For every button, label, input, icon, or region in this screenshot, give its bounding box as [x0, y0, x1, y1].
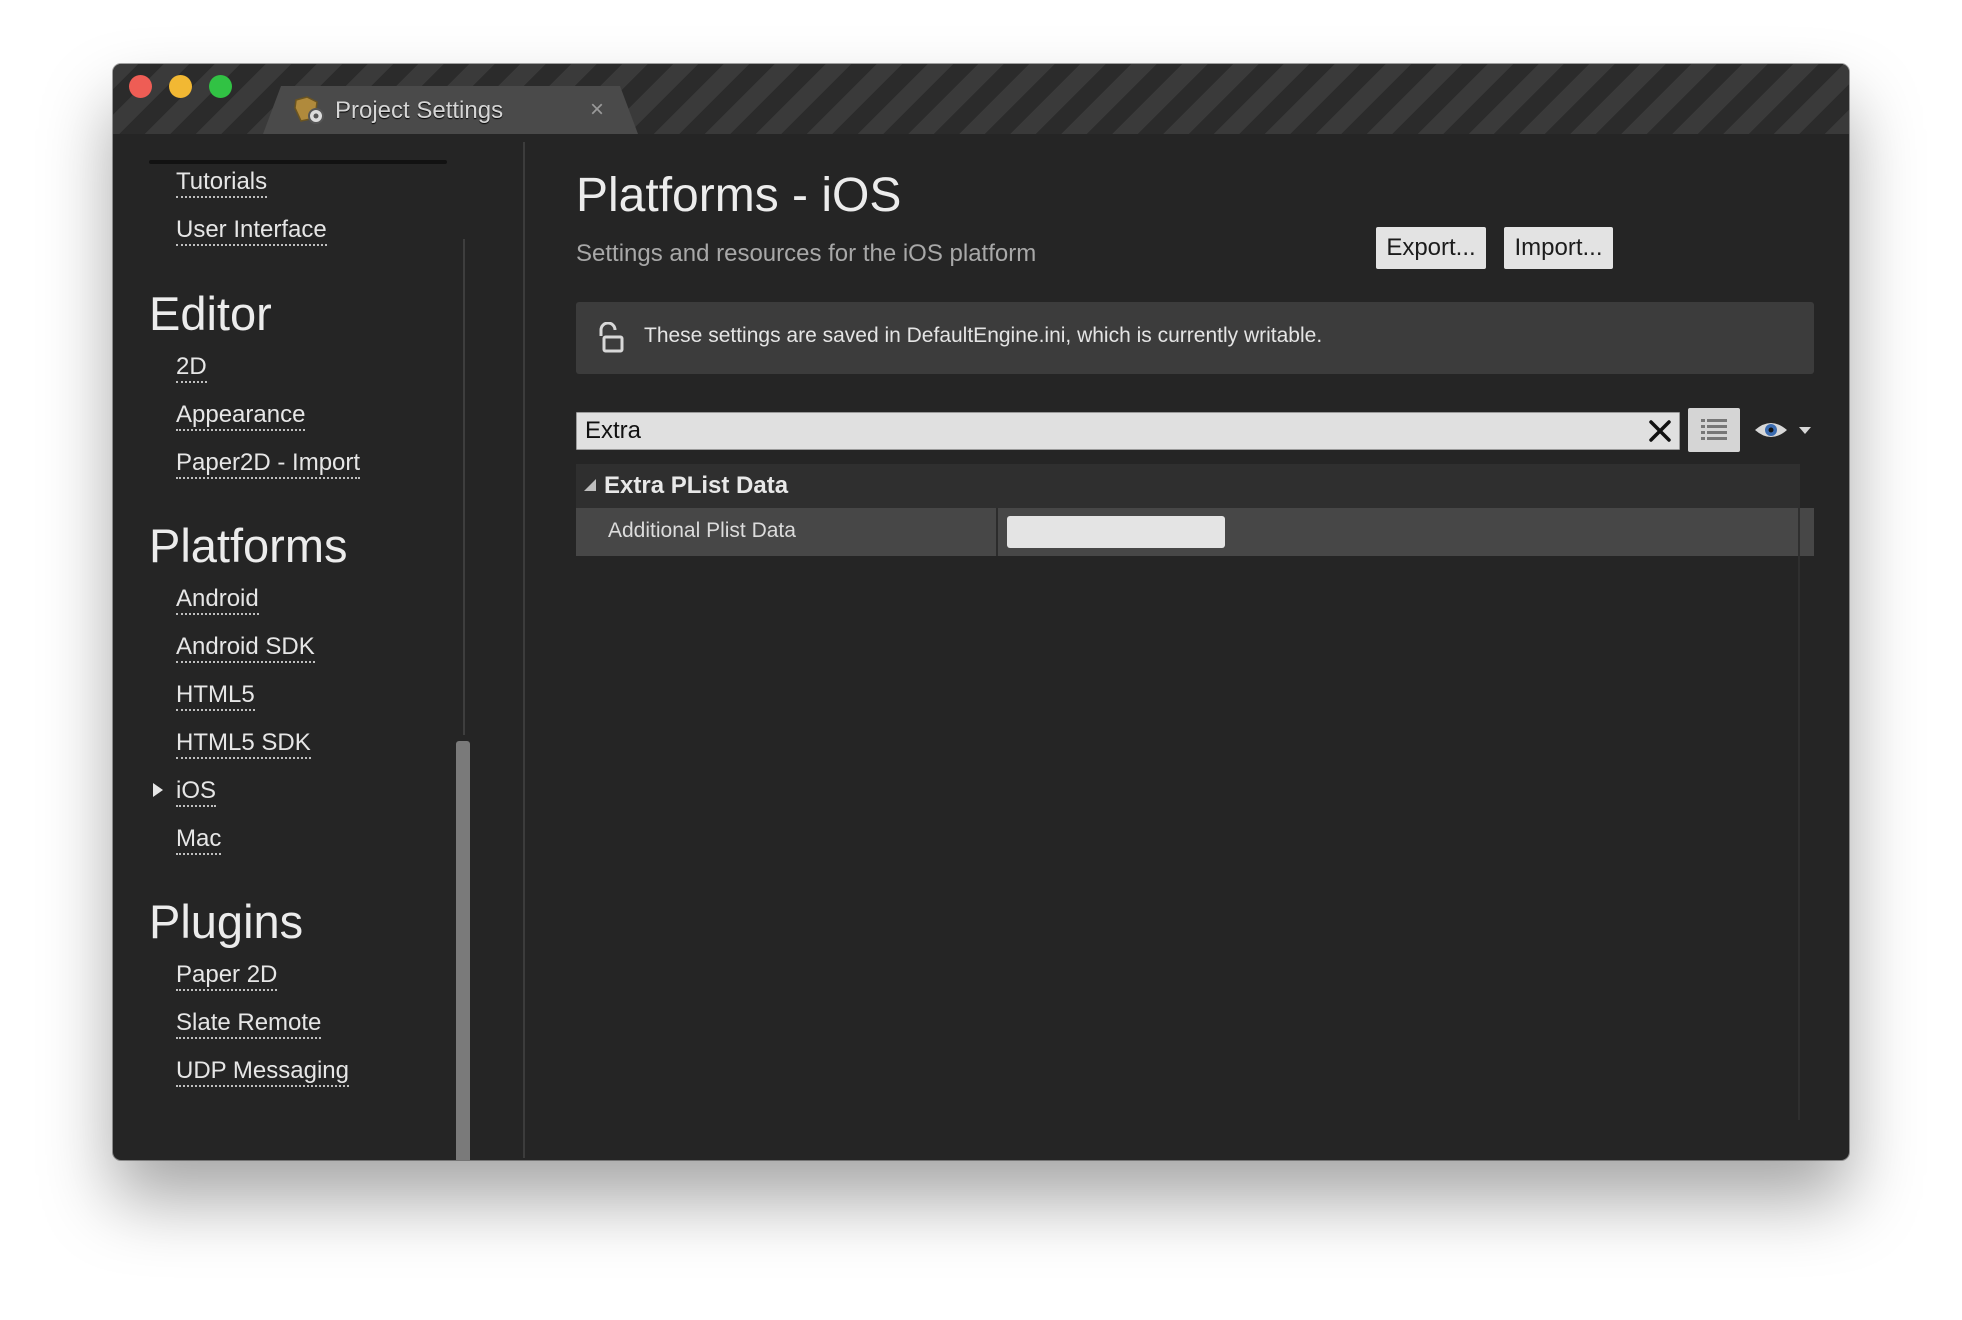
search-input[interactable] — [577, 413, 1627, 449]
sidebar-scrollbar-thumb[interactable] — [456, 741, 470, 1160]
sidebar-item-2d[interactable]: 2D — [176, 353, 207, 383]
view-options-button[interactable] — [1753, 414, 1815, 446]
sidebar-item-html5-sdk[interactable]: HTML5 SDK — [176, 729, 311, 759]
sidebar-heading-plugins: Plugins — [149, 895, 304, 948]
sidebar-item-appearance[interactable]: Appearance — [176, 401, 306, 431]
category-label: Extra PList Data — [604, 472, 789, 499]
window-close-button[interactable] — [129, 75, 152, 98]
sidebar-item-android-sdk[interactable]: Android SDK — [176, 633, 315, 663]
sidebar-item-android[interactable]: Android — [176, 585, 259, 615]
property-row-additional-plist-data: Additional Plist Data — [576, 508, 1814, 556]
sidebar-heading-platforms: Platforms — [149, 519, 348, 572]
additional-plist-data-field[interactable] — [1007, 516, 1225, 548]
list-view-button[interactable] — [1688, 408, 1740, 452]
category-extra-plist-data[interactable]: Extra PList Data — [576, 464, 1798, 508]
sidebar-item-ios[interactable]: iOS — [176, 777, 217, 807]
sidebar-item-html5[interactable]: HTML5 — [176, 681, 255, 711]
sidebar-heading-editor: Editor — [149, 287, 272, 340]
project-settings-window: Project Settings × Tutorials User Interf… — [113, 64, 1849, 1160]
settings-gear-icon — [293, 94, 327, 126]
settings-search-box[interactable] — [576, 412, 1680, 450]
sidebar-scroll-shadow — [149, 160, 447, 164]
tab-close-icon[interactable]: × — [590, 96, 604, 124]
sidebar-item-tutorials[interactable]: Tutorials — [176, 168, 268, 198]
import-button[interactable]: Import... — [1504, 227, 1613, 269]
sidebar-item-paper-2d[interactable]: Paper 2D — [176, 961, 278, 991]
config-info-text: These settings are saved in DefaultEngin… — [644, 324, 1323, 347]
panel-divider[interactable] — [523, 142, 525, 1158]
close-icon[interactable] — [1647, 418, 1673, 444]
unlocked-padlock-icon — [598, 321, 626, 354]
selected-arrow-icon — [153, 783, 163, 797]
property-label: Additional Plist Data — [608, 519, 796, 542]
sidebar-item-slate-remote[interactable]: Slate Remote — [176, 1009, 322, 1039]
config-info-banner: These settings are saved in DefaultEngin… — [576, 302, 1814, 374]
tab-project-settings[interactable]: Project Settings × — [263, 86, 638, 134]
title-bar: Project Settings × — [113, 64, 1849, 134]
sidebar-scrollbar-track — [463, 239, 465, 735]
sidebar-item-user-interface[interactable]: User Interface — [176, 216, 327, 246]
property-column-divider[interactable] — [996, 508, 998, 556]
export-button[interactable]: Export... — [1376, 227, 1486, 269]
window-minimize-button[interactable] — [169, 75, 192, 98]
window-maximize-button[interactable] — [209, 75, 232, 98]
collapse-arrow-icon[interactable] — [584, 479, 596, 491]
tab-label: Project Settings — [335, 97, 504, 124]
eye-icon — [1753, 423, 1815, 450]
sidebar-item-mac[interactable]: Mac — [176, 825, 222, 855]
sidebar-item-paper2d-import[interactable]: Paper2D - Import — [176, 449, 361, 479]
details-scrollbar-track — [1798, 464, 1800, 1120]
page-title: Platforms - iOS — [576, 169, 902, 222]
sidebar-item-udp-messaging[interactable]: UDP Messaging — [176, 1057, 349, 1087]
settings-sidebar: Tutorials User Interface Editor 2D Appea… — [113, 134, 525, 1160]
page-subtitle: Settings and resources for the iOS platf… — [576, 240, 1037, 267]
